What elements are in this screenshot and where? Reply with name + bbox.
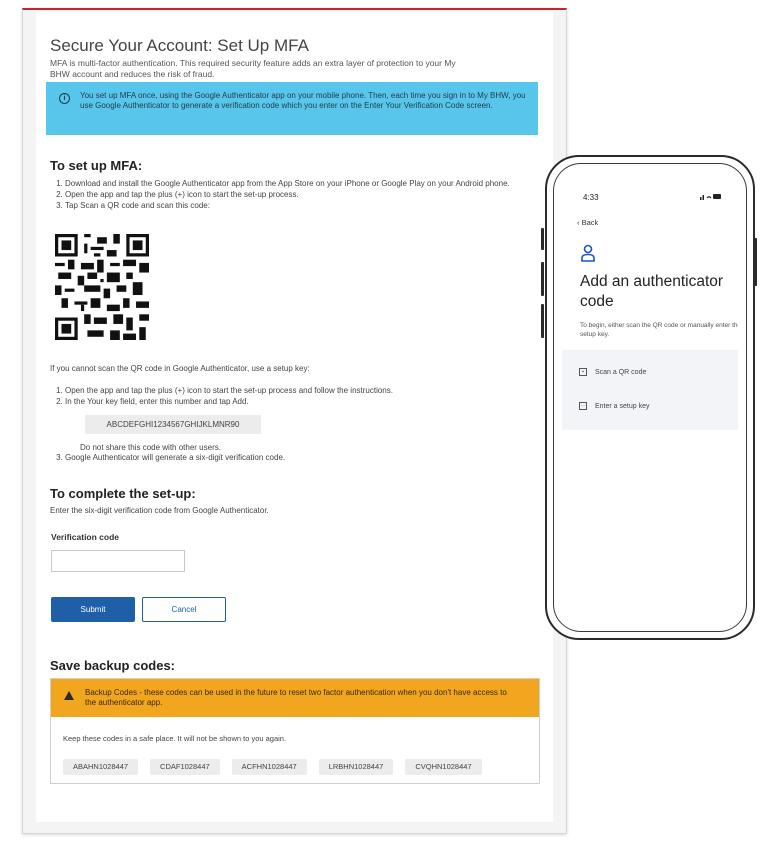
- backup-codes-panel: Backup Codes - these codes can be used i…: [50, 678, 540, 784]
- backup-heading: Save backup codes:: [50, 658, 175, 673]
- signal-wifi-battery-icon: [700, 194, 721, 200]
- keyboard-icon: ⋯: [579, 402, 587, 410]
- backup-codes-list: ABAHN1028447 CDAF1028447 ACFHN1028447 LR…: [63, 759, 482, 775]
- backup-code: CDAF1028447: [150, 759, 220, 775]
- phone-mockup: 4:33 ‹ Back Add an authenticator code To…: [545, 155, 755, 640]
- phone-options-menu: ▪ Scan a QR code ⋯ Enter a setup key: [562, 350, 738, 430]
- backup-code: ABAHN1028447: [63, 759, 139, 775]
- qr-scan-icon: ▪: [579, 368, 587, 376]
- page-title: Secure Your Account: Set Up MFA: [50, 36, 309, 55]
- phone-screen: 4:33 ‹ Back Add an authenticator code To…: [562, 172, 738, 623]
- setup-steps-list: Download and install the Google Authenti…: [50, 179, 535, 212]
- setup-step: Download and install the Google Authenti…: [65, 179, 535, 189]
- setup-step: Tap Scan a QR code and scan this code:: [65, 201, 535, 211]
- key-step-3-list: Google Authenticator will generate a six…: [50, 453, 535, 464]
- backup-note: Keep these codes in a safe place. It wil…: [63, 734, 287, 743]
- warning-icon: [64, 691, 74, 700]
- scan-qr-option[interactable]: ▪ Scan a QR code: [579, 368, 646, 376]
- setup-heading: To set up MFA:: [50, 158, 143, 173]
- phone-side-button: [541, 228, 544, 250]
- info-banner: i You set up MFA once, using the Google …: [46, 82, 538, 135]
- mfa-card-body: Secure Your Account: Set Up MFA MFA is m…: [36, 12, 553, 822]
- status-icons: [700, 192, 722, 202]
- submit-button[interactable]: Submit: [51, 597, 135, 622]
- page-description: MFA is multi-factor authentication. This…: [50, 58, 456, 79]
- cannot-scan-text: If you cannot scan the QR code in Google…: [50, 364, 310, 373]
- complete-heading: To complete the set-up:: [50, 486, 196, 501]
- no-share-text: Do not share this code with other users.: [80, 443, 221, 452]
- key-step: In the Your key field, enter this number…: [65, 397, 535, 407]
- backup-code: LRBHN1028447: [318, 759, 394, 775]
- back-label: Back: [581, 218, 599, 227]
- phone-volume-down: [541, 304, 544, 338]
- backup-warning-banner: Backup Codes - these codes can be used i…: [51, 679, 539, 717]
- phone-volume-up: [541, 262, 544, 296]
- info-banner-text: You set up MFA once, using the Google Au…: [80, 91, 526, 110]
- backup-warning-text: Backup Codes - these codes can be used i…: [85, 688, 507, 707]
- setup-key-box: ABCDEFGHI1234567GHIJKLMNR90: [85, 415, 261, 434]
- mfa-setup-card: Secure Your Account: Set Up MFA MFA is m…: [22, 8, 567, 834]
- info-icon: i: [59, 93, 70, 104]
- backup-code: ACFHN1028447: [231, 759, 307, 775]
- back-link[interactable]: ‹ Back: [577, 218, 598, 227]
- scan-qr-label: Scan a QR code: [595, 368, 647, 376]
- setup-step: Open the app and tap the plus (+) icon t…: [65, 190, 535, 200]
- backup-code: CVQHN1028447: [405, 759, 482, 775]
- complete-text: Enter the six-digit verification code fr…: [50, 506, 269, 515]
- enter-key-label: Enter a setup key: [595, 402, 650, 410]
- phone-bezel: 4:33 ‹ Back Add an authenticator code To…: [553, 163, 747, 632]
- verification-code-input[interactable]: [51, 550, 185, 572]
- key-step: Open the app and tap the plus (+) icon t…: [65, 386, 535, 396]
- status-time: 4:33: [583, 193, 599, 202]
- enter-key-option[interactable]: ⋯ Enter a setup key: [579, 402, 649, 410]
- key-steps-list: Open the app and tap the plus (+) icon t…: [50, 386, 535, 408]
- person-icon: [581, 244, 595, 262]
- phone-description: To begin, either scan the QR code or man…: [580, 322, 738, 338]
- qr-code: [55, 234, 149, 340]
- verification-code-label: Verification code: [51, 532, 120, 542]
- key-step: Google Authenticator will generate a six…: [65, 453, 535, 463]
- phone-heading: Add an authenticator code: [580, 273, 724, 310]
- cancel-button[interactable]: Cancel: [142, 597, 226, 622]
